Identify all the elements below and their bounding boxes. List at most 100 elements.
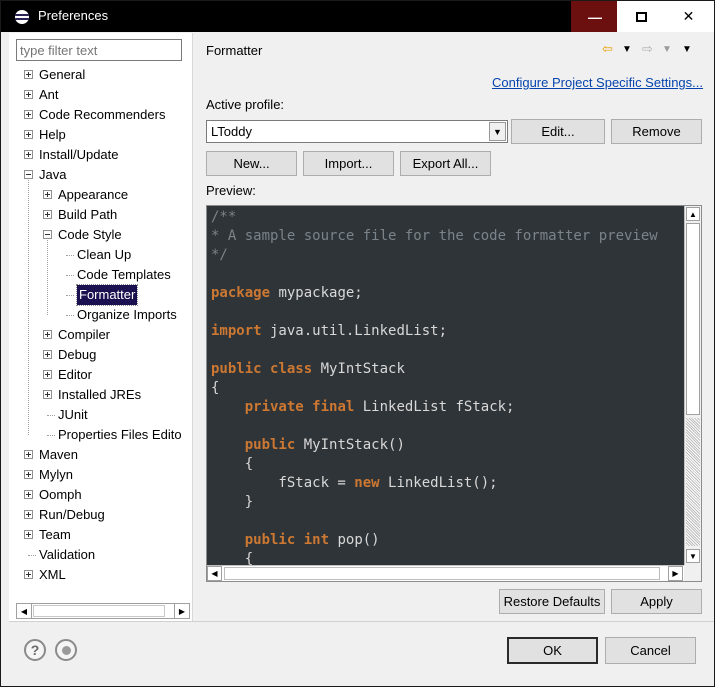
scroll-corner bbox=[684, 565, 701, 581]
scroll-left-icon[interactable]: ◀ bbox=[207, 566, 222, 581]
tree-item-editor[interactable]: Editor bbox=[9, 365, 193, 385]
tree-item-debug[interactable]: Debug bbox=[9, 345, 193, 365]
window-title: Preferences bbox=[38, 8, 109, 23]
tree-item-label: Organize Imports bbox=[77, 307, 177, 322]
code-line: /** bbox=[211, 208, 683, 227]
minimize-button[interactable]: — bbox=[571, 1, 619, 32]
expand-icon[interactable] bbox=[43, 350, 52, 359]
code-comment: * A sample source file for the code form… bbox=[211, 228, 658, 244]
edit-button[interactable]: Edit... bbox=[511, 119, 605, 144]
tree-item-properties-files-edito[interactable]: Properties Files Edito bbox=[9, 425, 193, 445]
preferences-window: Preferences — ✕ General Ant Code Recommend… bbox=[0, 0, 715, 687]
expand-icon[interactable] bbox=[24, 490, 33, 499]
new-profile-button[interactable]: New... bbox=[206, 151, 297, 176]
scroll-down-icon[interactable]: ▼ bbox=[686, 549, 700, 563]
expand-icon[interactable] bbox=[43, 330, 52, 339]
collapse-icon[interactable] bbox=[43, 230, 52, 239]
view-menu-icon[interactable]: ▼ bbox=[682, 44, 692, 55]
expand-icon[interactable] bbox=[24, 110, 33, 119]
tree-horizontal-scrollbar[interactable]: ◀ ▶ bbox=[16, 603, 190, 619]
tree-item-help[interactable]: Help bbox=[9, 125, 193, 145]
tree-connector bbox=[47, 415, 55, 416]
close-button[interactable]: ✕ bbox=[663, 1, 714, 32]
tree-item-run-debug[interactable]: Run/Debug bbox=[9, 505, 193, 525]
tree-item-validation[interactable]: Validation bbox=[9, 545, 193, 565]
expand-icon[interactable] bbox=[24, 510, 33, 519]
tree-item-build-path[interactable]: Build Path bbox=[9, 205, 193, 225]
maximize-button[interactable] bbox=[617, 1, 665, 32]
back-menu-icon[interactable]: ▼ bbox=[622, 44, 632, 55]
tree-item-junit[interactable]: JUnit bbox=[9, 405, 193, 425]
code-line: { bbox=[211, 379, 683, 398]
preview-vertical-scrollbar[interactable]: ▲ ▼ bbox=[684, 206, 701, 566]
expand-icon[interactable] bbox=[24, 130, 33, 139]
tree-item-team[interactable]: Team bbox=[9, 525, 193, 545]
scroll-thumb[interactable] bbox=[33, 605, 165, 617]
tree-item-label: XML bbox=[39, 567, 66, 582]
apply-button[interactable]: Apply bbox=[611, 589, 702, 614]
tree-item-formatter[interactable]: Formatter bbox=[9, 284, 193, 306]
expand-icon[interactable] bbox=[43, 390, 52, 399]
restore-defaults-button[interactable]: Restore Defaults bbox=[499, 589, 605, 614]
scroll-track[interactable] bbox=[686, 418, 700, 546]
scroll-up-icon[interactable]: ▲ bbox=[686, 207, 700, 221]
tree-item-maven[interactable]: Maven bbox=[9, 445, 193, 465]
expand-icon[interactable] bbox=[24, 70, 33, 79]
cancel-button[interactable]: Cancel bbox=[605, 637, 696, 664]
profile-value: LToddy bbox=[211, 124, 252, 139]
code-text: { bbox=[211, 551, 254, 566]
tree-item-appearance[interactable]: Appearance bbox=[9, 185, 193, 205]
expand-icon[interactable] bbox=[24, 530, 33, 539]
tree-item-label: Compiler bbox=[58, 327, 111, 342]
forward-arrow-icon[interactable]: ⇨ bbox=[642, 41, 653, 57]
configure-project-settings-link[interactable]: Configure Project Specific Settings... bbox=[492, 75, 703, 90]
tree-item-java[interactable]: Java bbox=[9, 165, 193, 185]
tree-item-clean-up[interactable]: Clean Up bbox=[9, 245, 193, 265]
expand-icon[interactable] bbox=[24, 450, 33, 459]
tree-item-code-recommenders[interactable]: Code Recommenders bbox=[9, 105, 193, 125]
ok-button[interactable]: OK bbox=[507, 637, 598, 664]
tree-item-install-update[interactable]: Install/Update bbox=[9, 145, 193, 165]
expand-icon[interactable] bbox=[43, 190, 52, 199]
horizontal-scroll-thumb[interactable] bbox=[224, 567, 660, 580]
preview-horizontal-scrollbar[interactable]: ◀ ▶ bbox=[207, 565, 685, 581]
expand-icon[interactable] bbox=[24, 470, 33, 479]
expand-icon[interactable] bbox=[24, 90, 33, 99]
tree-item-xml[interactable]: XML bbox=[9, 565, 193, 585]
tree-item-ant[interactable]: Ant bbox=[9, 85, 193, 105]
vertical-scroll-thumb[interactable] bbox=[686, 223, 700, 415]
tree-item-general[interactable]: General bbox=[9, 65, 193, 85]
export-all-button[interactable]: Export All... bbox=[400, 151, 491, 176]
scroll-right-icon[interactable]: ▶ bbox=[174, 604, 189, 618]
import-export-icon[interactable] bbox=[55, 639, 77, 661]
expand-icon[interactable] bbox=[43, 210, 52, 219]
tree-connector bbox=[66, 255, 74, 256]
code-keyword: private bbox=[244, 399, 304, 415]
scroll-left-icon[interactable]: ◀ bbox=[17, 604, 32, 618]
code-keyword: final bbox=[312, 399, 355, 415]
forward-menu-icon[interactable]: ▼ bbox=[662, 44, 672, 55]
tree-item-compiler[interactable]: Compiler bbox=[9, 325, 193, 345]
scroll-right-icon[interactable]: ▶ bbox=[668, 566, 683, 581]
filter-input[interactable] bbox=[16, 39, 182, 61]
chevron-down-icon[interactable]: ▼ bbox=[489, 122, 506, 141]
tree-item-code-style[interactable]: Code Style bbox=[9, 225, 193, 245]
code-comment: /** bbox=[211, 209, 237, 225]
tree-item-code-templates[interactable]: Code Templates bbox=[9, 265, 193, 285]
tree-item-mylyn[interactable]: Mylyn bbox=[9, 465, 193, 485]
help-icon[interactable]: ? bbox=[24, 639, 46, 661]
expand-icon[interactable] bbox=[24, 570, 33, 579]
import-button[interactable]: Import... bbox=[303, 151, 394, 176]
tree-item-installed-jres[interactable]: Installed JREs bbox=[9, 385, 193, 405]
tree-item-organize-imports[interactable]: Organize Imports bbox=[9, 305, 193, 325]
collapse-icon[interactable] bbox=[24, 170, 33, 179]
code-comment: */ bbox=[211, 247, 228, 263]
back-arrow-icon[interactable]: ⇦ bbox=[602, 41, 613, 57]
profile-dropdown[interactable]: LToddy ▼ bbox=[206, 120, 508, 143]
tree-item-label: Install/Update bbox=[39, 147, 119, 162]
expand-icon[interactable] bbox=[24, 150, 33, 159]
formatter-preview[interactable]: /** * A sample source file for the code f… bbox=[206, 205, 702, 582]
remove-button[interactable]: Remove bbox=[611, 119, 702, 144]
tree-item-oomph[interactable]: Oomph bbox=[9, 485, 193, 505]
expand-icon[interactable] bbox=[43, 370, 52, 379]
